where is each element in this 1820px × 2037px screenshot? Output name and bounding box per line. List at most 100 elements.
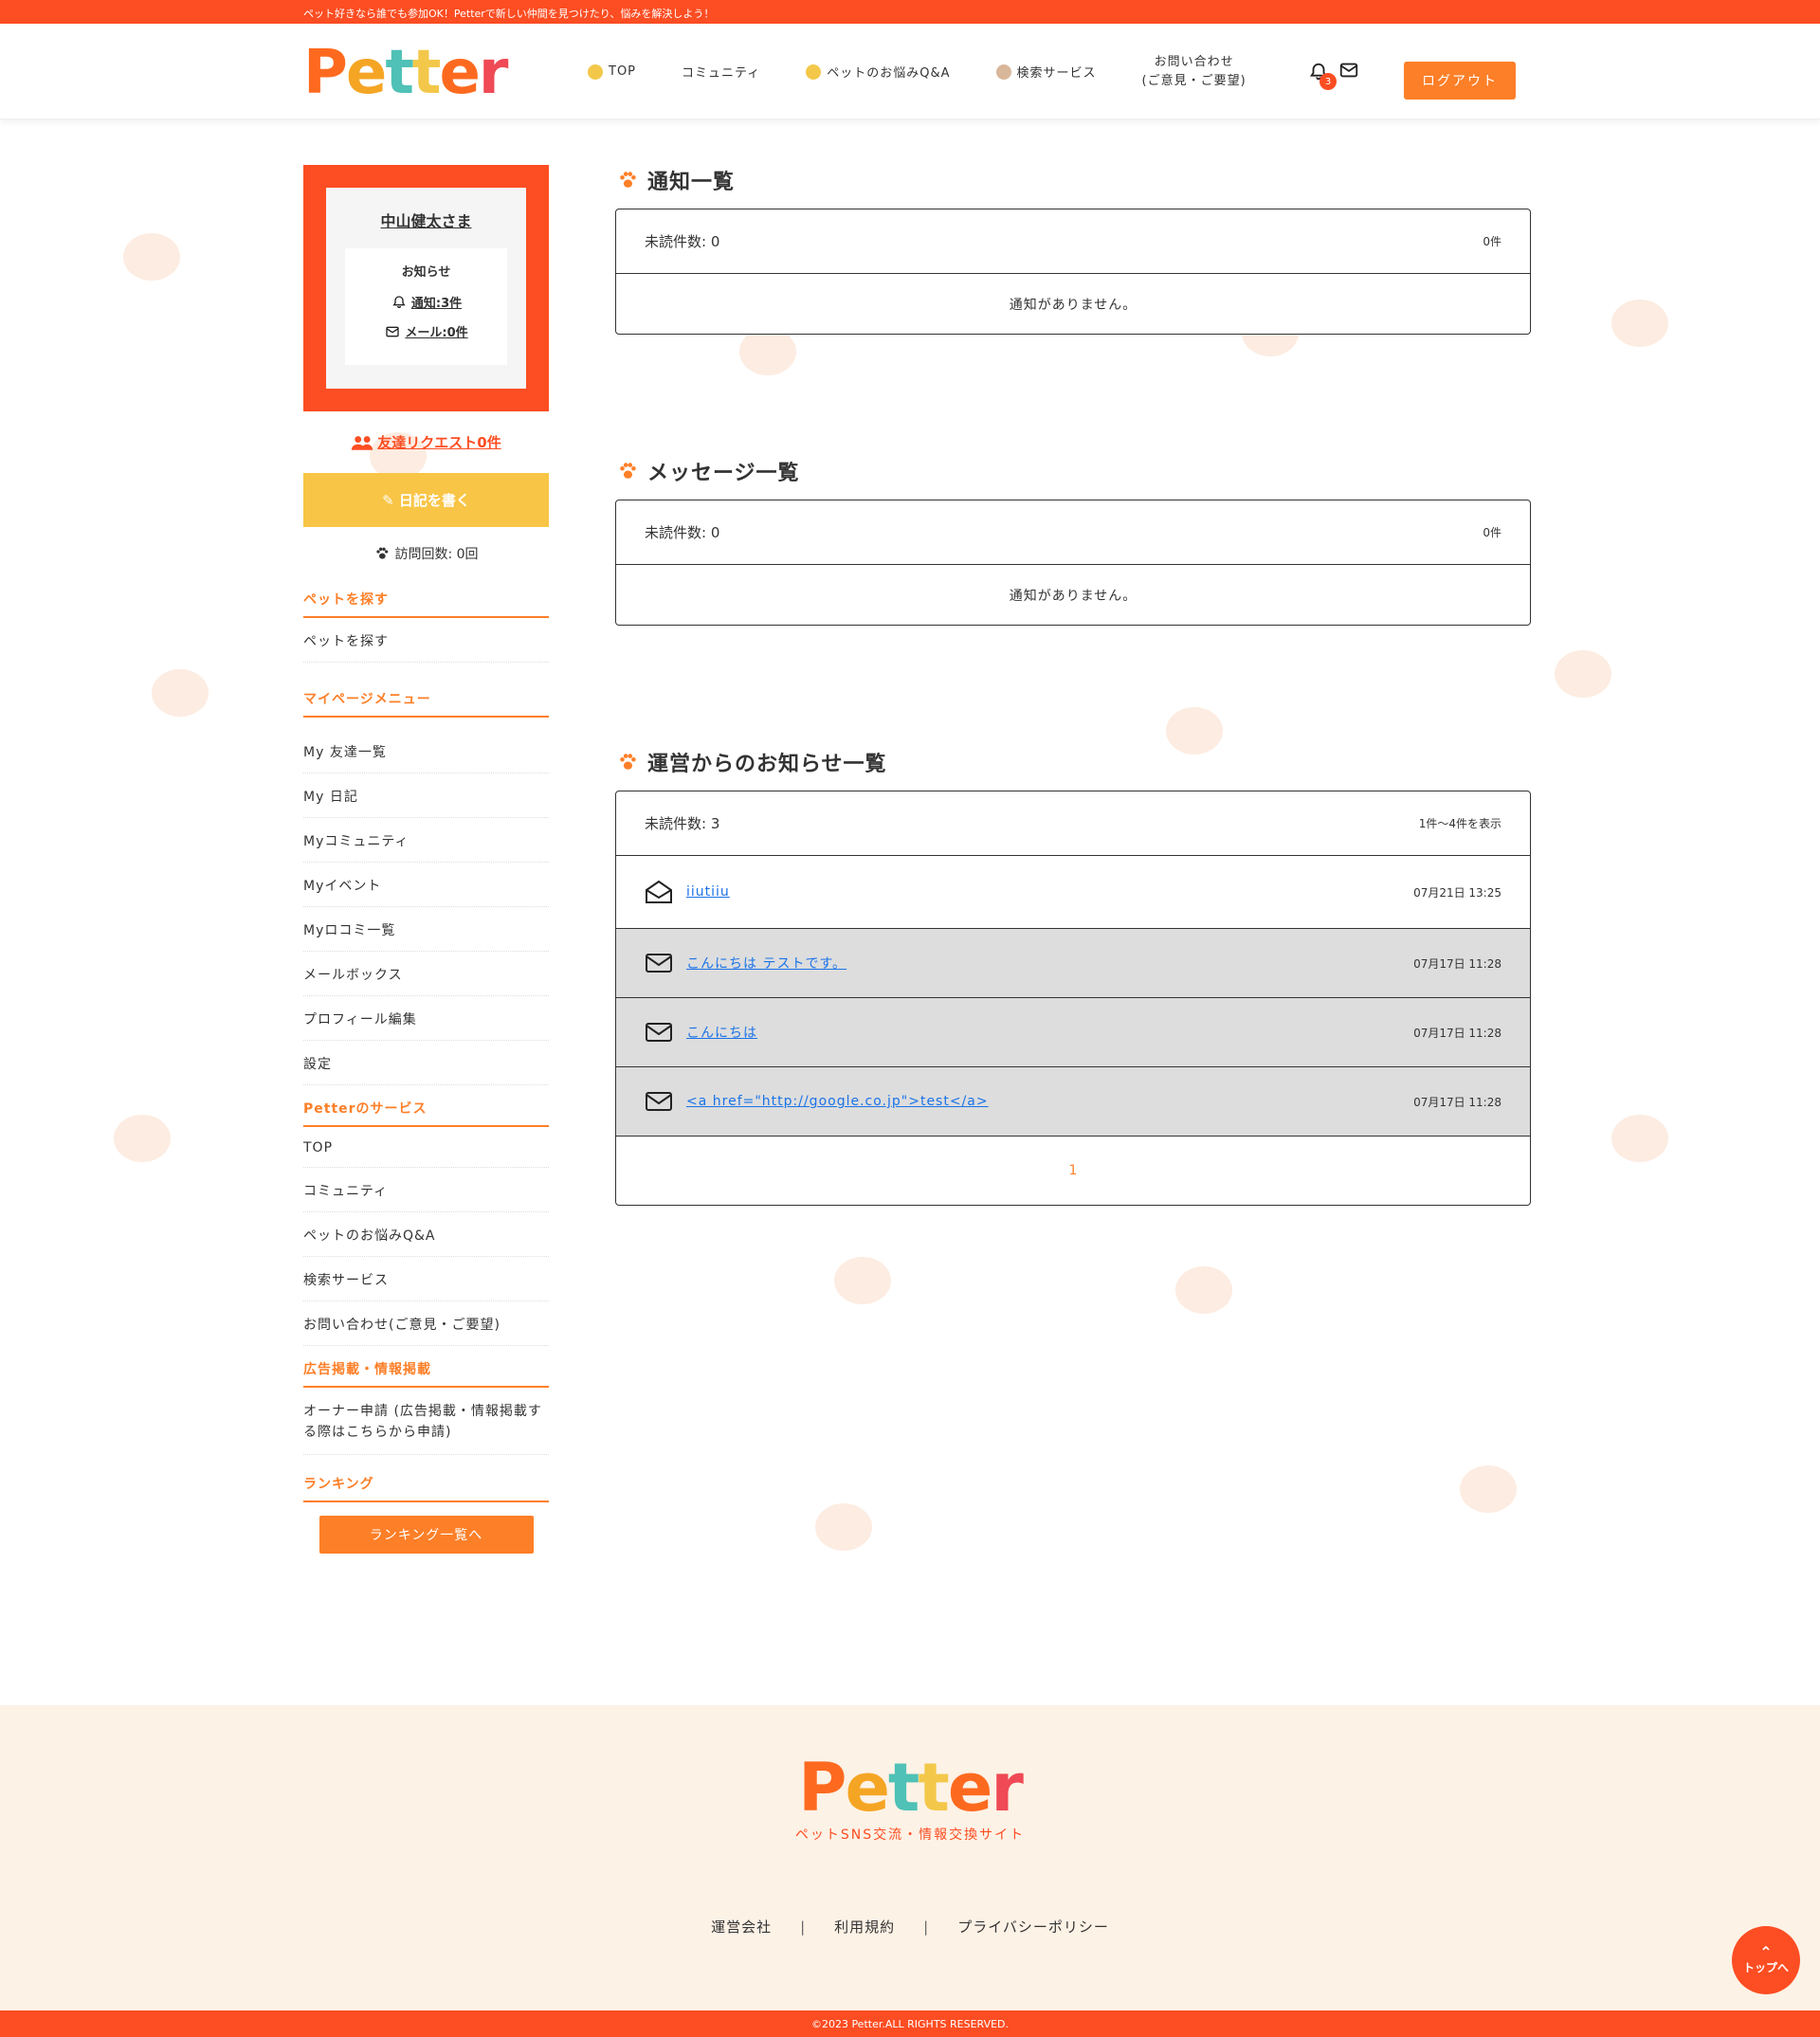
nav-search-label: 検索サービス <box>1016 66 1097 81</box>
bell-icon <box>392 295 406 308</box>
main-nav: TOP コミュニティ ペットのお悩みQ&A 検索サービス お問い合わせ (ご意見・… <box>588 24 1292 119</box>
messages-title: メッセージ一覧 <box>615 456 1531 486</box>
announcements-panel: 未読件数: 3 1件～4件を表示 iiutiiu 07月21日 13:25 こん… <box>615 791 1531 1206</box>
table-row[interactable]: こんにちは テストです。 07月17日 11:28 <box>616 929 1530 998</box>
side-heading-ranking: ランキング <box>303 1474 549 1502</box>
side-heading-services: Petterのサービス <box>303 1099 549 1127</box>
notifications-title-text: 通知一覧 <box>647 171 736 194</box>
notification-link-label: 通知:3件 <box>410 297 463 311</box>
notifications-unread: 未読件数: 0 <box>645 233 720 250</box>
nav-contact[interactable]: お問い合わせ (ご意見・ご要望) <box>1142 53 1247 91</box>
side-link-my-friends[interactable]: My 友達一覧 <box>303 729 549 773</box>
nav-contact-label: お問い合わせ <box>1154 54 1234 69</box>
visit-counter-text: 訪問回数: 0回 <box>394 547 479 562</box>
side-link-owner-apply[interactable]: オーナー申請 (広告掲載・情報掲載する際はこちらから申請) <box>303 1388 549 1455</box>
side-link-settings[interactable]: 設定 <box>303 1041 549 1085</box>
nav-top[interactable]: TOP <box>588 64 636 80</box>
footer-logo-wordmark: Petter <box>798 1749 1024 1827</box>
side-link-search[interactable]: 検索サービス <box>303 1257 549 1301</box>
pencil-icon: ✎ <box>382 491 399 509</box>
header-icons: 3 <box>1308 60 1359 90</box>
side-list-find-pet: ペットを探す <box>303 618 549 663</box>
side-link-community[interactable]: コミュニティ <box>303 1168 549 1212</box>
site-header: Petter TOP コミュニティ ペットのお悩みQ&A 検索サービス お問い合… <box>0 24 1820 119</box>
notifications-empty: 通知がありません。 <box>1009 297 1138 313</box>
messages-section: メッセージ一覧 未読件数: 0 0件 通知がありません。 <box>615 456 1531 626</box>
announcements-range: 1件～4件を表示 <box>1418 817 1502 830</box>
nav-community-label: コミュニティ <box>682 66 761 81</box>
top-announcement-text: ペット好きなら誰でも参加OK！Petterで新しい仲間を見つけたり、悩みを解決し… <box>303 8 715 20</box>
page-number[interactable]: 1 <box>1069 1163 1078 1178</box>
notification-bell[interactable]: 3 <box>1308 62 1337 90</box>
footer-logo[interactable]: Petter ペットSNS交流・情報交換サイト <box>777 1747 1043 1844</box>
side-link-top[interactable]: TOP <box>303 1127 549 1168</box>
notice-box: お知らせ 通知:3件 メール:0件 <box>345 248 507 365</box>
main-content: 通知一覧 未読件数: 0 0件 通知がありません。 メッセージ一覧 未読件数: … <box>615 165 1531 1327</box>
chick-icon <box>806 64 822 80</box>
messages-count: 0件 <box>1483 526 1502 539</box>
copyright: ©2023 Petter.ALL RIGHTS RESERVED. <box>0 2010 1820 2037</box>
paw-icon <box>376 547 389 559</box>
footer-link-company[interactable]: 運営会社 <box>711 1917 772 1937</box>
top-announcement-bar: ペット好きなら誰でも参加OK！Petterで新しい仲間を見つけたり、悩みを解決し… <box>0 0 1820 24</box>
nav-qa[interactable]: ペットのお悩みQ&A <box>806 63 950 81</box>
nav-qa-label: ペットのお悩みQ&A <box>827 66 951 81</box>
nav-community[interactable]: コミュニティ <box>682 63 760 81</box>
announcement-link[interactable]: こんにちは テストです。 <box>686 954 1413 973</box>
pagination: 1 <box>616 1137 1530 1205</box>
side-heading-ads: 広告掲載・情報掲載 <box>303 1359 549 1388</box>
side-link-mailbox[interactable]: メールボックス <box>303 952 549 996</box>
logout-button[interactable]: ログアウト <box>1404 62 1516 100</box>
table-row[interactable]: <a href="http://google.co.jp">test</a> 0… <box>616 1067 1530 1137</box>
footer-separator: | <box>800 1918 807 1936</box>
users-icon <box>352 435 373 450</box>
site-footer: Petter ペットSNS交流・情報交換サイト 運営会社 | 利用規約 | プラ… <box>0 1705 1820 2010</box>
paw-icon <box>620 463 636 479</box>
messages-panel: 未読件数: 0 0件 通知がありません。 <box>615 500 1531 626</box>
announcement-link[interactable]: <a href="http://google.co.jp">test</a> <box>686 1094 1413 1109</box>
announcement-link[interactable]: iiutiiu <box>686 884 1413 900</box>
announcement-date: 07月17日 11:28 <box>1413 1026 1502 1040</box>
announcement-link[interactable]: こんにちは <box>686 1023 1413 1042</box>
announcements-title-text: 運営からのお知らせ一覧 <box>647 753 887 776</box>
side-link-find-pet[interactable]: ペットを探す <box>303 618 549 663</box>
mail-link[interactable]: メール:0件 <box>353 322 500 340</box>
notifications-count: 0件 <box>1483 235 1502 248</box>
side-list-mypage: My 友達一覧 My 日記 Myコミュニティ Myイベント Myロコミ一覧 メー… <box>303 729 549 1085</box>
site-logo[interactable]: Petter <box>303 37 521 109</box>
back-to-top-label: トップへ <box>1742 1960 1789 1974</box>
side-link-qa[interactable]: ペットのお悩みQ&A <box>303 1212 549 1257</box>
footer-link-privacy[interactable]: プライバシーポリシー <box>957 1917 1109 1937</box>
table-row[interactable]: iiutiiu 07月21日 13:25 <box>616 856 1530 929</box>
envelope-icon <box>646 1092 672 1111</box>
announcement-date: 07月17日 11:28 <box>1413 1095 1502 1109</box>
side-link-edit-profile[interactable]: プロフィール編集 <box>303 996 549 1041</box>
side-link-my-reviews[interactable]: Myロコミ一覧 <box>303 907 549 952</box>
friend-request-link[interactable]: 友達リクエスト0件 <box>303 432 549 452</box>
side-link-my-community[interactable]: Myコミュニティ <box>303 818 549 863</box>
side-link-my-events[interactable]: Myイベント <box>303 863 549 907</box>
visit-counter: 訪問回数: 0回 <box>303 544 549 563</box>
side-link-contact[interactable]: お問い合わせ(ご意見・ご要望) <box>303 1301 549 1346</box>
nav-search[interactable]: 検索サービス <box>995 63 1097 81</box>
friend-request-label: 友達リクエスト0件 <box>377 434 501 451</box>
write-diary-button[interactable]: ✎ 日記を書く <box>303 473 549 527</box>
side-list-services: TOP コミュニティ ペットのお悩みQ&A 検索サービス お問い合わせ(ご意見・… <box>303 1127 549 1346</box>
user-name-link[interactable]: 中山健太さま <box>345 209 507 231</box>
back-to-top-button[interactable]: ⌃ トップへ <box>1732 1926 1800 1994</box>
footer-link-terms[interactable]: 利用規約 <box>834 1917 895 1937</box>
ranking-button[interactable]: ランキング一覧へ <box>318 1516 534 1554</box>
write-diary-label: 日記を書く <box>398 492 470 509</box>
side-link-my-diary[interactable]: My 日記 <box>303 773 549 818</box>
notification-link[interactable]: 通知:3件 <box>353 293 500 311</box>
paw-icon <box>620 754 636 770</box>
announcements-title: 運営からのお知らせ一覧 <box>615 747 1531 777</box>
notifications-title: 通知一覧 <box>615 165 1531 195</box>
messages-empty: 通知がありません。 <box>1009 588 1138 604</box>
dog-icon <box>995 64 1011 80</box>
side-list-ads: オーナー申請 (広告掲載・情報掲載する際はこちらから申請) <box>303 1388 549 1455</box>
mail-button[interactable] <box>1338 60 1359 84</box>
mail-icon <box>1339 63 1358 78</box>
announcements-section: 運営からのお知らせ一覧 未読件数: 3 1件～4件を表示 iiutiiu 07月… <box>615 747 1531 1206</box>
table-row[interactable]: こんにちは 07月17日 11:28 <box>616 998 1530 1067</box>
